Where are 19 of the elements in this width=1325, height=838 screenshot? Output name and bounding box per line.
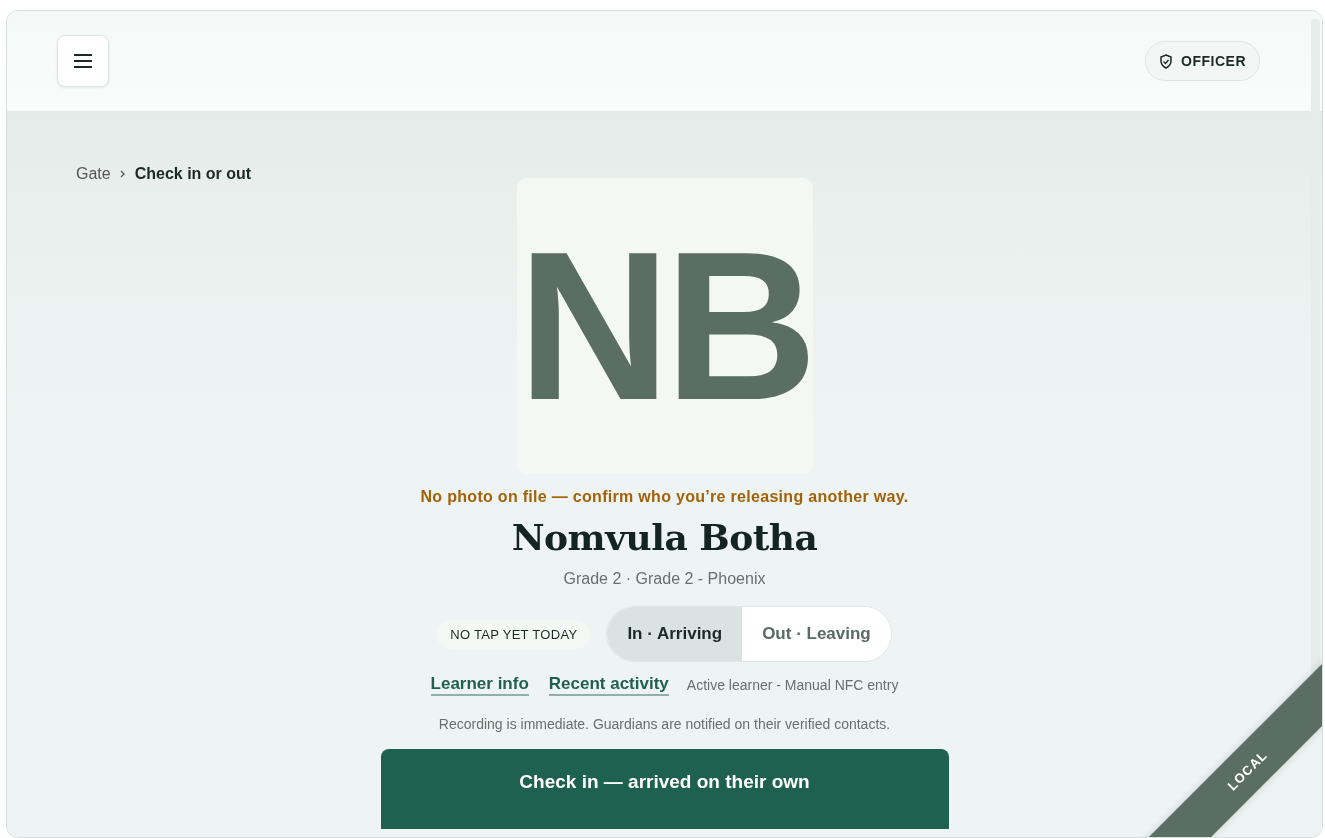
breadcrumb-link[interactable]: Gate [76,165,111,183]
learner-name: Nomvula Botha [511,516,818,558]
menu-icon [73,53,93,69]
scrollbar[interactable] [1311,19,1320,674]
notice-text: Recording is immediate. Guardians are notified on their verified contacts. [438,716,891,732]
check-in-button[interactable]: Check in — arrived on their own [380,749,949,829]
learner-meta: Active learner - Manual NFC entry [686,677,899,693]
menu-button[interactable] [57,35,109,87]
status-chip: NO TAP YET TODAY [437,619,591,649]
learner-grade: Grade 2 · Grade 2 - Phoenix [563,570,766,588]
link[interactable]: Learner info [430,674,529,696]
photo-warning: No photo on file — confirm who you’re releasing another way. [420,488,909,506]
link[interactable]: Recent activity [548,674,669,696]
direction-tab[interactable]: In · Arriving [607,607,743,661]
role-label: OFFICER [1181,53,1246,69]
avatar-initials: NB [516,178,813,474]
breadcrumb-current: Check in or out [134,165,252,183]
chevron-icon [118,169,127,179]
shield-icon [1159,53,1174,69]
